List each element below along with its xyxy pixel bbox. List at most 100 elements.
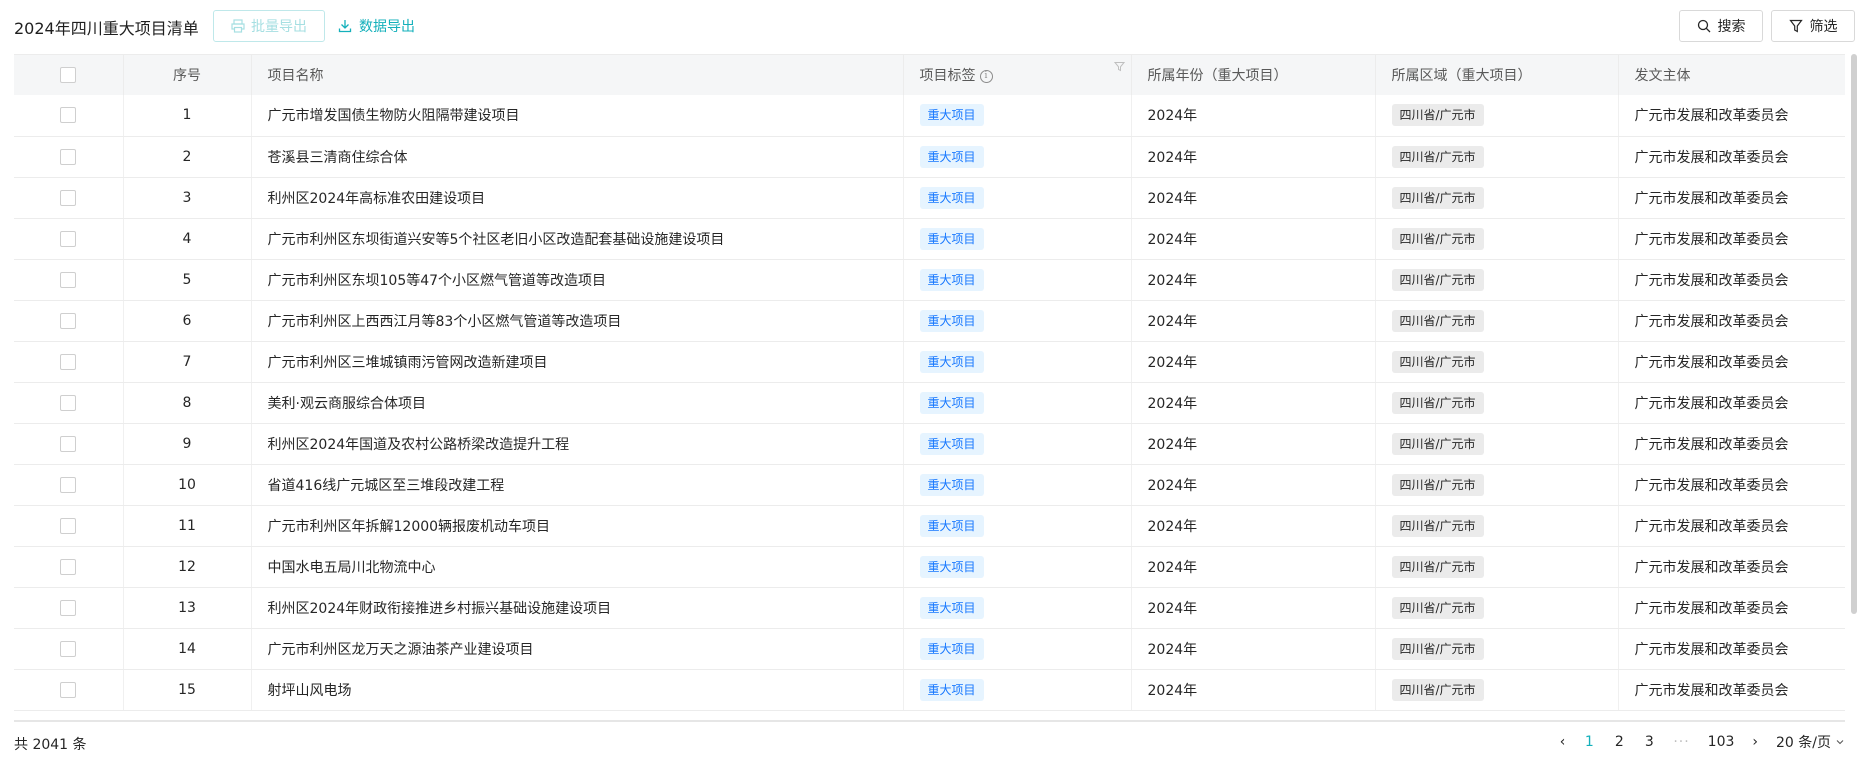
page-size-select[interactable]: 20 条/页 <box>1776 732 1845 752</box>
project-issuer: 广元市发展和改革委员会 <box>1618 300 1845 342</box>
table-row[interactable]: 10 省道416线广元城区至三堆段改建工程 重大项目 2024年 四川省/广元市 广元市发… <box>14 464 1845 506</box>
total-count: 共 2041 条 <box>14 737 87 753</box>
project-name[interactable]: 中国水电五局川北物流中心 <box>251 546 904 588</box>
page-last[interactable]: 103 <box>1708 734 1735 750</box>
row-checkbox[interactable] <box>60 189 77 206</box>
project-name[interactable]: 广元市利州区龙万天之源油茶产业建设项目 <box>251 628 904 670</box>
project-name[interactable]: 广元市增发国债生物防火阻隔带建设项目 <box>251 95 904 137</box>
table-row[interactable]: 11 广元市利州区年拆解12000辆报废机动车项目 重大项目 2024年 四川省/广元市… <box>14 505 1845 547</box>
page-1[interactable]: 1 <box>1583 734 1595 750</box>
row-checkbox[interactable] <box>60 517 77 534</box>
row-select-cell <box>14 546 124 588</box>
column-header-index[interactable]: 序号 <box>123 55 252 95</box>
row-select-cell <box>14 95 124 137</box>
project-tag: 重大项目 <box>919 350 984 373</box>
project-name[interactable]: 利州区2024年高标准农田建设项目 <box>251 177 904 219</box>
project-year: 2024年 <box>1131 341 1376 383</box>
table-row[interactable]: 14 广元市利州区龙万天之源油茶产业建设项目 重大项目 2024年 四川省/广元市 广元市… <box>14 628 1845 670</box>
row-checkbox[interactable] <box>60 394 77 411</box>
row-checkbox[interactable] <box>60 681 77 698</box>
page-size-label: 20 条/页 <box>1776 735 1831 751</box>
table-row[interactable]: 13 利州区2024年财政衔接推进乡村振兴基础设施建设项目 重大项目 2024年 四川省… <box>14 587 1845 629</box>
row-index: 7 <box>123 341 252 383</box>
filter-button[interactable]: 筛选 <box>1771 10 1855 42</box>
column-header-tag[interactable]: 项目标签 i <box>903 55 1132 95</box>
project-tag: 重大项目 <box>919 309 984 332</box>
table-row[interactable]: 8 美利·观云商服综合体项目 重大项目 2024年 四川省/广元市 广元市发展和改革委员会 <box>14 382 1845 424</box>
region-tag: 四川省/广元市 <box>1391 309 1484 332</box>
page-3[interactable]: 3 <box>1643 734 1655 750</box>
next-page-icon[interactable]: › <box>1752 734 1758 750</box>
column-header-region[interactable]: 所属区域（重大项目） <box>1375 55 1619 95</box>
table-row[interactable]: 4 广元市利州区东坝街道兴安等5个社区老旧小区改造配套基础设施建设项目 重大项目 20… <box>14 218 1845 260</box>
table-row[interactable]: 9 利州区2024年国道及农村公路桥梁改造提升工程 重大项目 2024年 四川省/广元市… <box>14 423 1845 465</box>
project-issuer: 广元市发展和改革委员会 <box>1618 505 1845 547</box>
column-header-year[interactable]: 所属年份（重大项目） <box>1131 55 1376 95</box>
row-checkbox[interactable] <box>60 476 77 493</box>
data-export-button[interactable]: 数据导出 <box>338 10 415 42</box>
project-name[interactable]: 广元市利州区东坝街道兴安等5个社区老旧小区改造配套基础设施建设项目 <box>251 218 904 260</box>
table-row[interactable]: 7 广元市利州区三堆城镇雨污管网改造新建项目 重大项目 2024年 四川省/广元市 广元市… <box>14 341 1845 383</box>
prev-page-icon[interactable]: ‹ <box>1560 734 1566 750</box>
row-select-cell <box>14 136 124 178</box>
project-tag-cell: 重大项目 <box>903 136 1132 178</box>
project-region-cell: 四川省/广元市 <box>1375 300 1619 342</box>
page-2[interactable]: 2 <box>1613 734 1625 750</box>
search-button[interactable]: 搜索 <box>1679 10 1763 42</box>
table-row[interactable]: 1 广元市增发国债生物防火阻隔带建设项目 重大项目 2024年 四川省/广元市 广元市发展… <box>14 95 1845 137</box>
column-header-issuer[interactable]: 发文主体 <box>1618 55 1845 95</box>
project-name[interactable]: 广元市利州区上西西江月等83个小区燃气管道等改造项目 <box>251 300 904 342</box>
download-icon <box>338 20 352 33</box>
project-issuer: 广元市发展和改革委员会 <box>1618 382 1845 424</box>
row-checkbox[interactable] <box>60 107 77 124</box>
row-checkbox[interactable] <box>60 353 77 370</box>
row-checkbox[interactable] <box>60 230 77 247</box>
table-row[interactable]: 5 广元市利州区东坝105等47个小区燃气管道等改造项目 重大项目 2024年 四川省/… <box>14 259 1845 301</box>
table-row[interactable]: 2 苍溪县三清商住综合体 重大项目 2024年 四川省/广元市 广元市发展和改革委员会 <box>14 136 1845 178</box>
project-issuer: 广元市发展和改革委员会 <box>1618 136 1845 178</box>
table-row[interactable]: 12 中国水电五局川北物流中心 重大项目 2024年 四川省/广元市 广元市发展和改革委员… <box>14 546 1845 588</box>
row-checkbox[interactable] <box>60 599 77 616</box>
page-ellipsis[interactable]: ··· <box>1673 734 1689 750</box>
project-tag: 重大项目 <box>919 186 984 209</box>
region-tag: 四川省/广元市 <box>1391 637 1484 660</box>
project-name[interactable]: 苍溪县三清商住综合体 <box>251 136 904 178</box>
row-checkbox[interactable] <box>60 640 77 657</box>
row-checkbox[interactable] <box>60 148 77 165</box>
project-region-cell: 四川省/广元市 <box>1375 464 1619 506</box>
project-issuer: 广元市发展和改革委员会 <box>1618 95 1845 137</box>
row-checkbox[interactable] <box>60 271 77 288</box>
select-all-checkbox[interactable] <box>60 67 77 83</box>
column-header-name[interactable]: 项目名称 <box>251 55 904 95</box>
table-row[interactable]: 15 射坪山风电场 重大项目 2024年 四川省/广元市 广元市发展和改革委员会 <box>14 669 1845 711</box>
horizontal-scrollbar[interactable] <box>14 720 1845 722</box>
project-region-cell: 四川省/广元市 <box>1375 95 1619 137</box>
search-label: 搜索 <box>1717 19 1746 35</box>
filter-icon <box>1788 19 1803 33</box>
info-icon[interactable]: i <box>979 69 993 83</box>
table-row[interactable]: 6 广元市利州区上西西江月等83个小区燃气管道等改造项目 重大项目 2024年 四川省/… <box>14 300 1845 342</box>
project-year: 2024年 <box>1131 300 1376 342</box>
project-name[interactable]: 利州区2024年财政衔接推进乡村振兴基础设施建设项目 <box>251 587 904 629</box>
row-select-cell <box>14 177 124 219</box>
project-name[interactable]: 广元市利州区年拆解12000辆报废机动车项目 <box>251 505 904 547</box>
project-issuer: 广元市发展和改革委员会 <box>1618 259 1845 301</box>
row-checkbox[interactable] <box>60 312 77 329</box>
vertical-scrollbar[interactable] <box>1851 54 1857 614</box>
project-name[interactable]: 利州区2024年国道及农村公路桥梁改造提升工程 <box>251 423 904 465</box>
project-name[interactable]: 射坪山风电场 <box>251 669 904 711</box>
project-name[interactable]: 美利·观云商服综合体项目 <box>251 382 904 424</box>
project-year: 2024年 <box>1131 628 1376 670</box>
column-filter-icon[interactable] <box>1113 61 1125 72</box>
row-checkbox[interactable] <box>60 558 77 575</box>
project-name[interactable]: 省道416线广元城区至三堆段改建工程 <box>251 464 904 506</box>
project-year: 2024年 <box>1131 587 1376 629</box>
region-tag: 四川省/广元市 <box>1391 596 1484 619</box>
batch-export-button[interactable]: 批量导出 <box>213 10 325 42</box>
row-checkbox[interactable] <box>60 435 77 452</box>
table-row[interactable]: 3 利州区2024年高标准农田建设项目 重大项目 2024年 四川省/广元市 广元市发展和… <box>14 177 1845 219</box>
region-tag: 四川省/广元市 <box>1391 514 1484 537</box>
project-name[interactable]: 广元市利州区东坝105等47个小区燃气管道等改造项目 <box>251 259 904 301</box>
project-tag: 重大项目 <box>919 637 984 660</box>
project-name[interactable]: 广元市利州区三堆城镇雨污管网改造新建项目 <box>251 341 904 383</box>
